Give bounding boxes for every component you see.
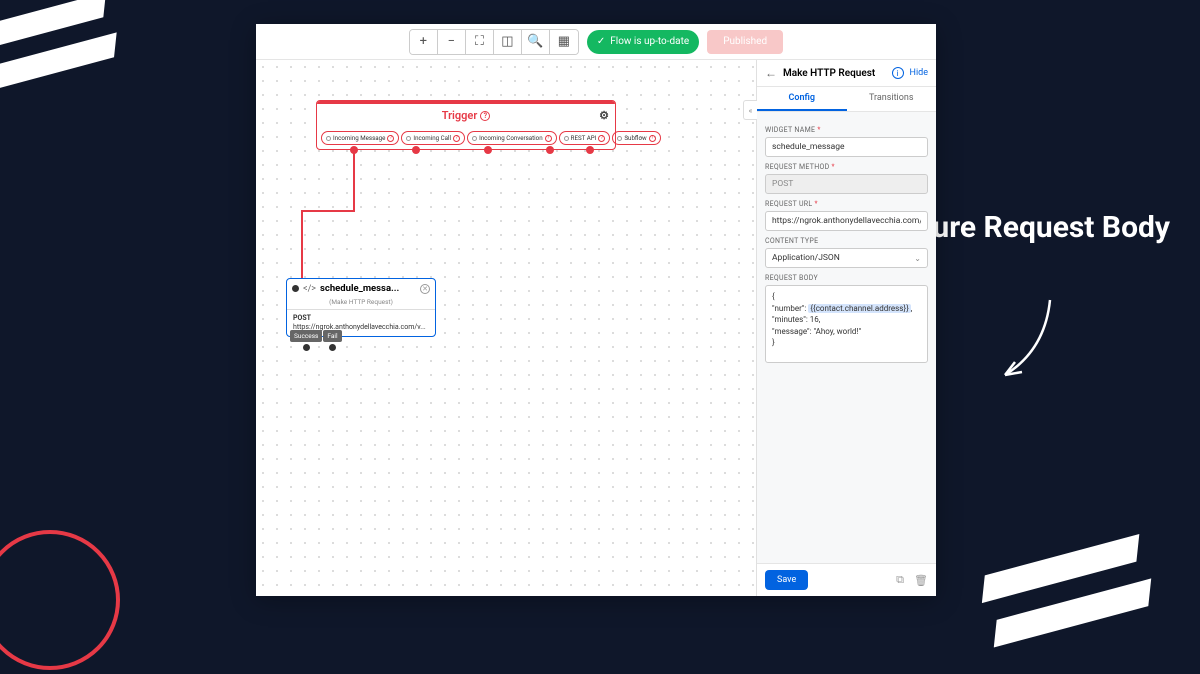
label-request-body: REQUEST BODY — [765, 274, 928, 282]
request-method-input[interactable] — [765, 174, 928, 194]
label-widget-name: WIDGET NAME — [765, 126, 928, 134]
search-button[interactable]: 🔍 — [522, 30, 550, 54]
widget-subtitle: (Make HTTP Request) — [287, 298, 435, 309]
copy-icon[interactable]: ⧉ — [896, 573, 904, 587]
toolbar: + − ⛶ ◫ 🔍 ▦ Flow is up-to-date Published — [256, 24, 936, 60]
widget-name-input[interactable] — [765, 137, 928, 157]
template-variable: {{contact.channel.address}} — [808, 304, 910, 313]
grid-button[interactable]: ▦ — [550, 30, 578, 54]
widget-input-port — [292, 285, 299, 292]
widget-schedule-message[interactable]: </> schedule_messa... ✕ (Make HTTP Reque… — [286, 278, 436, 337]
fullscreen-button[interactable]: ⛶ — [466, 30, 494, 54]
gear-icon[interactable]: ⚙ — [599, 109, 609, 122]
trigger-title: Trigger — [442, 109, 478, 122]
info-icon[interactable]: i — [892, 67, 904, 79]
label-content-type: CONTENT TYPE — [765, 237, 928, 245]
content-type-select[interactable]: Application/JSON⌄ — [765, 248, 928, 268]
close-icon[interactable]: ✕ — [420, 284, 430, 294]
save-button[interactable]: Save — [765, 570, 808, 590]
decor-notequal-bottom — [966, 492, 1194, 673]
widget-title: schedule_messa... — [320, 283, 416, 294]
widget-outputs: Success Fail — [290, 330, 342, 351]
annotation-arrow — [990, 290, 1070, 394]
collapse-panel-button[interactable]: « — [743, 100, 757, 120]
config-panel: « ← Make HTTP Request i Hide Config Tran… — [756, 60, 936, 596]
trigger-pill-subflow[interactable]: Subflow? — [612, 131, 660, 145]
trigger-pill-incoming-call[interactable]: Incoming Call? — [401, 131, 465, 145]
panel-button[interactable]: ◫ — [494, 30, 522, 54]
trigger-pill-incoming-conversation[interactable]: Incoming Conversation? — [467, 131, 557, 145]
tab-config[interactable]: Config — [757, 87, 847, 111]
label-request-url: REQUEST URL — [765, 200, 928, 208]
code-icon: </> — [303, 284, 316, 294]
back-button[interactable]: ← — [765, 66, 777, 80]
flow-editor-window: + − ⛶ ◫ 🔍 ▦ Flow is up-to-date Published… — [256, 24, 936, 596]
trigger-pill-rest-api[interactable]: REST API? — [559, 131, 611, 145]
panel-title: Make HTTP Request — [783, 68, 886, 79]
add-button[interactable]: + — [410, 30, 438, 54]
tab-transitions[interactable]: Transitions — [847, 87, 937, 111]
publish-button[interactable]: Published — [707, 30, 783, 54]
request-url-input[interactable] — [765, 211, 928, 231]
status-pill: Flow is up-to-date — [587, 30, 699, 54]
request-body-input[interactable]: { "number": {{contact.channel.address}},… — [765, 285, 928, 363]
trigger-outputs — [316, 146, 616, 158]
wire — [301, 210, 303, 278]
label-request-method: REQUEST METHOD — [765, 163, 928, 171]
decor-circle — [0, 530, 120, 670]
help-icon[interactable]: ? — [480, 111, 490, 121]
wire — [301, 210, 355, 212]
widget-output-fail[interactable]: Fail — [323, 330, 341, 342]
delete-icon[interactable]: 🗑 — [914, 574, 928, 587]
trigger-node[interactable]: Trigger ? ⚙ Incoming Message? Incoming C… — [316, 100, 616, 150]
trigger-pill-incoming-message[interactable]: Incoming Message? — [321, 131, 399, 145]
widget-output-success[interactable]: Success — [290, 330, 322, 342]
wire — [353, 152, 355, 212]
remove-button[interactable]: − — [438, 30, 466, 54]
hide-button[interactable]: Hide — [910, 68, 928, 78]
decor-notequal-top — [0, 0, 173, 115]
chevron-down-icon: ⌄ — [914, 254, 921, 263]
